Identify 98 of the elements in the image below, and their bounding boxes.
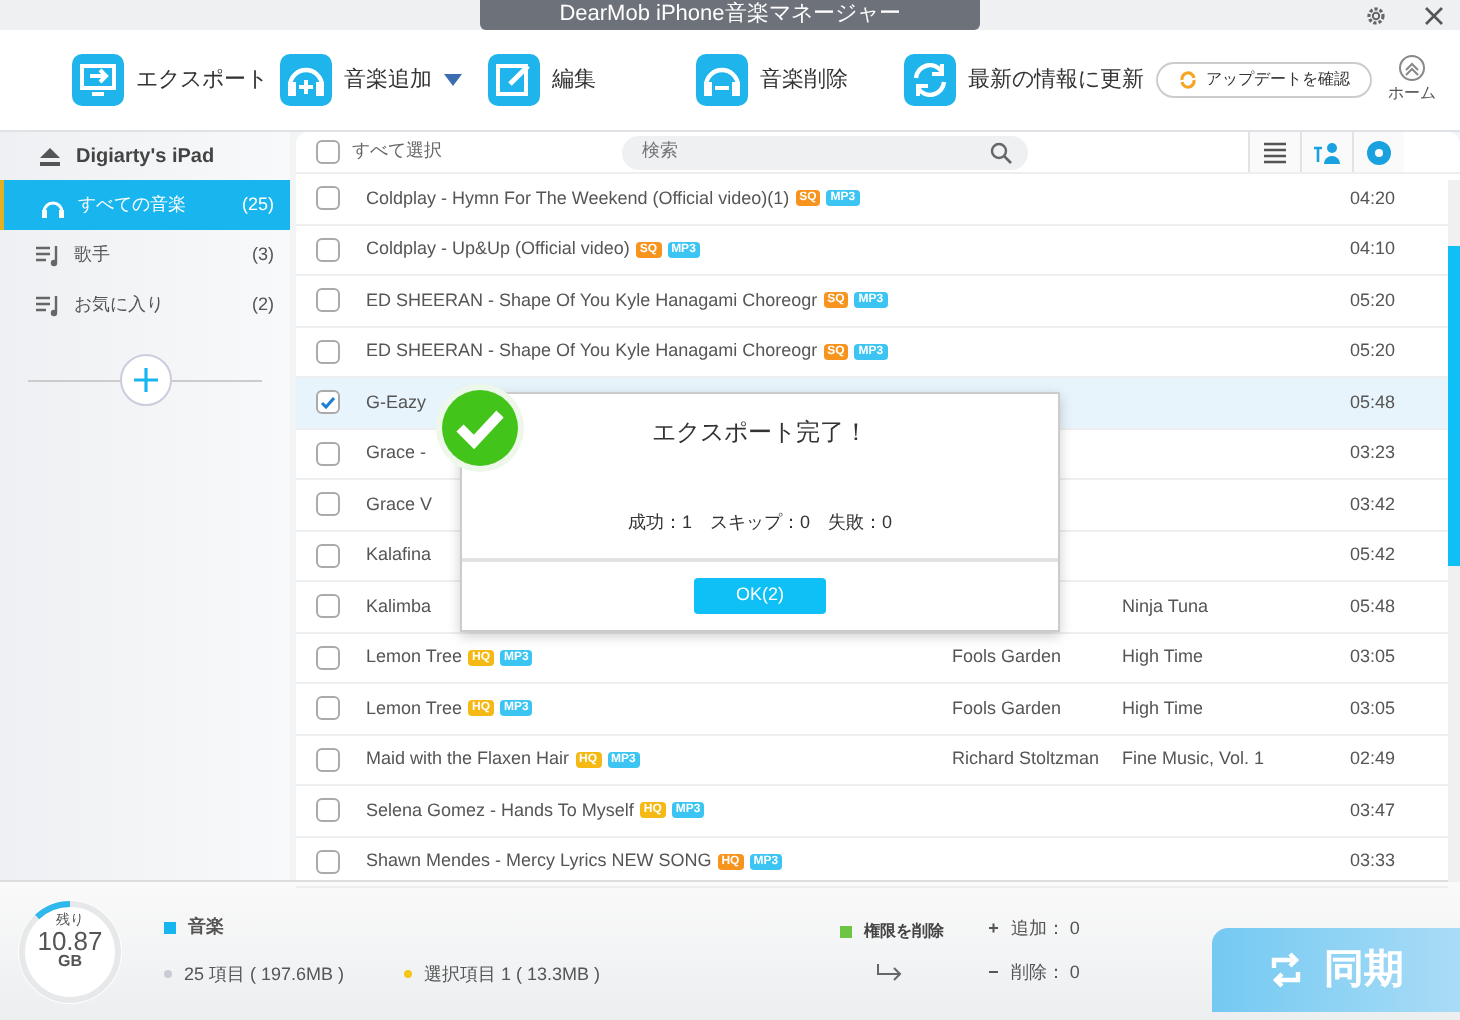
storage-value: 10.87 bbox=[35, 927, 105, 955]
playlist-icon bbox=[36, 293, 62, 317]
home-button[interactable]: ホーム bbox=[1388, 54, 1436, 106]
add-playlist-button[interactable] bbox=[119, 354, 171, 406]
song-title: Lemon Tree bbox=[366, 644, 463, 670]
search-field[interactable]: 検索 bbox=[622, 135, 1028, 169]
duration: 05:20 bbox=[1350, 287, 1398, 313]
duration: 05:48 bbox=[1350, 593, 1398, 619]
headphones-minus-icon bbox=[696, 54, 748, 106]
checkbox[interactable] bbox=[316, 849, 340, 874]
song-title: Maid with the Flaxen Hair bbox=[366, 746, 570, 772]
checkbox[interactable] bbox=[316, 696, 340, 721]
artist-icon bbox=[1314, 139, 1340, 165]
duration: 03:42 bbox=[1350, 491, 1398, 517]
toolbar-button[interactable]: エクスポート bbox=[72, 54, 280, 106]
item-count: 25 項目 ( 197.6MB ) bbox=[184, 961, 345, 988]
duration: 03:33 bbox=[1350, 848, 1398, 874]
song-title: Coldplay - Up&Up (Official video) bbox=[366, 236, 630, 262]
dialog-message: 成功：1 スキップ：0 失敗：0 bbox=[625, 510, 895, 536]
export-icon bbox=[72, 54, 124, 106]
legend-label: 音楽 bbox=[188, 914, 224, 940]
toolbar-button[interactable]: 音楽削除 bbox=[696, 54, 904, 106]
close-icon[interactable] bbox=[1424, 5, 1444, 25]
change-count: 削除： 0 bbox=[1010, 960, 1080, 986]
checkbox[interactable] bbox=[316, 798, 340, 823]
edit-icon bbox=[488, 54, 540, 106]
checkbox[interactable] bbox=[316, 594, 340, 619]
device-name: Digiarty's iPad bbox=[76, 143, 215, 171]
permission-label: 権限を削除 bbox=[864, 920, 945, 944]
window-title: DearMob iPhone音楽マネージャー bbox=[479, 0, 981, 30]
plus-icon bbox=[131, 366, 159, 394]
song-title: G-Eazy bbox=[366, 389, 427, 416]
checkbox[interactable] bbox=[316, 543, 340, 568]
headphones-plus-icon bbox=[280, 54, 332, 106]
storage-unit: GB bbox=[56, 954, 84, 972]
search-icon bbox=[990, 141, 1012, 163]
refresh-icon bbox=[904, 54, 956, 106]
song-title: Kalafina bbox=[366, 542, 432, 568]
checkbox[interactable] bbox=[316, 390, 340, 415]
artist-name: Fools Garden bbox=[952, 695, 1064, 721]
album-name: High Time bbox=[1122, 644, 1206, 670]
change-sign: + bbox=[988, 915, 999, 941]
select-all-label[interactable]: すべて選択 bbox=[352, 138, 442, 166]
search-input[interactable]: 検索 bbox=[638, 136, 990, 168]
disc-icon bbox=[1366, 139, 1392, 165]
checkbox[interactable] bbox=[316, 645, 340, 670]
checkbox[interactable] bbox=[316, 237, 340, 262]
artist-name: Fools Garden bbox=[952, 644, 1064, 670]
duration: 05:42 bbox=[1350, 542, 1398, 568]
album-name: Ninja Tuna bbox=[1122, 593, 1211, 620]
checkbox[interactable] bbox=[316, 492, 340, 517]
update-button[interactable]: アップデートを確認 bbox=[1156, 62, 1372, 98]
refresh-icon bbox=[1178, 70, 1198, 90]
sync-icon bbox=[1268, 952, 1304, 988]
song-title: Grace - bbox=[366, 440, 427, 466]
album-name: High Time bbox=[1122, 695, 1206, 722]
list-icon bbox=[1262, 139, 1288, 165]
change-sign: − bbox=[988, 960, 999, 986]
song-title: Lemon Tree bbox=[366, 695, 463, 721]
eject-icon bbox=[40, 147, 60, 165]
toolbar-button[interactable]: 音楽追加 bbox=[280, 54, 488, 106]
duration: 05:20 bbox=[1350, 338, 1398, 364]
duration: 03:05 bbox=[1350, 695, 1398, 721]
playlist-icon bbox=[36, 243, 62, 267]
artist-name: Richard Stoltzman bbox=[952, 746, 1102, 772]
song-title: Selena Gomez - Hands To Myself bbox=[366, 797, 634, 824]
song-title: Grace V bbox=[366, 491, 433, 517]
change-count: 追加： 0 bbox=[1010, 915, 1080, 941]
song-title: Coldplay - Hymn For The Weekend (Official video)(1) bbox=[366, 185, 790, 212]
dialog-title: エクスポート完了！ bbox=[650, 416, 870, 450]
duration: 03:47 bbox=[1350, 797, 1398, 823]
song-title: Shawn Mendes - Mercy Lyrics NEW SONG bbox=[366, 848, 712, 874]
toolbar-button[interactable]: 最新の情報に更新 bbox=[904, 54, 1144, 106]
duration: 03:23 bbox=[1350, 440, 1398, 466]
song-title: Kalimba bbox=[366, 593, 432, 619]
return-arrow-icon bbox=[876, 964, 905, 982]
select-all-checkbox[interactable] bbox=[316, 140, 340, 164]
sidebar-item[interactable]: 歌手 (3) bbox=[0, 230, 290, 280]
checkbox[interactable] bbox=[316, 288, 340, 313]
checkbox[interactable] bbox=[316, 186, 340, 211]
settings-icon[interactable] bbox=[1364, 3, 1388, 27]
duration: 05:48 bbox=[1350, 389, 1398, 415]
checkbox[interactable] bbox=[316, 441, 340, 466]
item-count: 選択項目 1 ( 13.3MB ) bbox=[424, 961, 601, 988]
sidebar-item[interactable]: お気に入り (2) bbox=[0, 280, 290, 330]
checkbox[interactable] bbox=[316, 747, 340, 772]
scrollbar-thumb[interactable] bbox=[1448, 246, 1460, 566]
duration: 04:10 bbox=[1350, 236, 1398, 262]
view-tab[interactable] bbox=[1248, 132, 1300, 172]
duration: 03:05 bbox=[1350, 644, 1398, 670]
checkbox[interactable] bbox=[316, 339, 340, 364]
duration: 04:20 bbox=[1350, 185, 1398, 211]
song-title: ED SHEERAN - Shape Of You Kyle Hanagami Choreogr bbox=[366, 338, 818, 364]
home-icon bbox=[1398, 54, 1426, 82]
toolbar-button[interactable]: 編集 bbox=[488, 54, 696, 106]
duration: 02:49 bbox=[1350, 746, 1398, 772]
album-name: Fine Music, Vol. 1 bbox=[1122, 746, 1267, 772]
song-title: ED SHEERAN - Shape Of You Kyle Hanagami Choreogr bbox=[366, 287, 818, 314]
